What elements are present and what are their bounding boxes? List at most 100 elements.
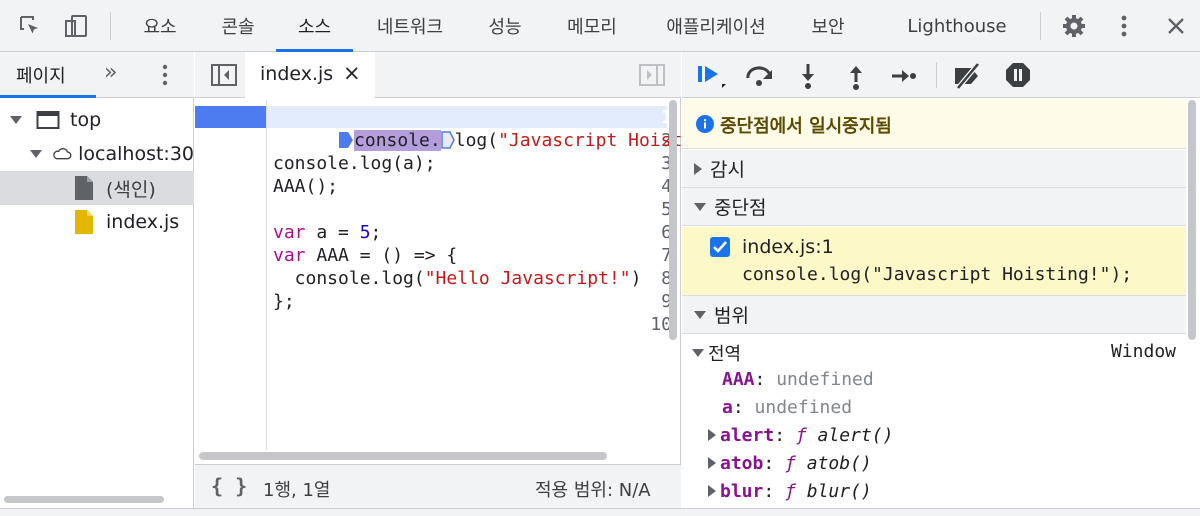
- close-tab-icon[interactable]: ×: [343, 61, 361, 85]
- code-token: ): [630, 268, 642, 289]
- deactivate-breakpoints-icon[interactable]: [952, 62, 984, 94]
- pause-on-exceptions-icon[interactable]: [1004, 61, 1032, 93]
- tab-security[interactable]: 보안: [800, 0, 856, 52]
- devtools-tabbar: 요소 콘솔 소스 네트워크 성능 메모리 애플리케이션 보안 Lighthous…: [0, 0, 1200, 52]
- line-number[interactable]: 9: [612, 290, 672, 313]
- breakpoints-section-header[interactable]: 중단점: [682, 188, 1186, 226]
- expand-arrow-icon: [708, 485, 716, 497]
- scope-section-header[interactable]: 범위: [682, 296, 1186, 334]
- collapse-arrow-icon: [694, 162, 702, 175]
- scope-function[interactable]: atob: ƒ atob(): [706, 450, 872, 478]
- step-over-icon[interactable]: [744, 64, 776, 92]
- breakpoint-code: console.log("Javascript Hoisting!");: [742, 264, 1133, 285]
- scope-type: Window: [1110, 341, 1176, 362]
- breakpoint-location[interactable]: index.js:1: [742, 236, 834, 258]
- step-out-icon[interactable]: [846, 62, 866, 94]
- var-name: blur: [720, 481, 764, 502]
- vertical-scrollbar[interactable]: [1188, 100, 1196, 340]
- active-tab-indicator: [0, 95, 96, 98]
- vertical-scrollbar[interactable]: [669, 100, 677, 340]
- breakpoint-checkbox[interactable]: [710, 237, 730, 257]
- horizontal-scrollbar[interactable]: [199, 452, 607, 460]
- tab-console[interactable]: 콘솔: [208, 0, 268, 52]
- file-tab-index-js[interactable]: index.js ×: [245, 52, 375, 98]
- line-number[interactable]: 7: [612, 244, 672, 267]
- code-token: console.: [354, 130, 441, 151]
- close-devtools-icon[interactable]: [1160, 10, 1192, 42]
- debugger-toolbar: [682, 52, 1200, 98]
- line-number[interactable]: 6: [612, 221, 672, 244]
- var-value: alert(): [806, 425, 894, 446]
- line-gutter: [195, 100, 267, 450]
- code-token: log(: [454, 130, 499, 151]
- code-token: "Hello Javascript!": [424, 268, 631, 289]
- navigator-menu-icon[interactable]: [162, 64, 168, 90]
- document-file-icon: [75, 176, 93, 200]
- scope-function[interactable]: blur: ƒ blur(): [706, 478, 872, 506]
- more-options-icon[interactable]: [1108, 10, 1140, 42]
- code-line-8: console.log("Hello Javascript!"): [273, 267, 642, 290]
- step-into-icon[interactable]: [798, 62, 818, 94]
- cloud-icon: [53, 148, 72, 160]
- function-icon: ƒ: [795, 425, 807, 446]
- section-title: 감시: [710, 159, 745, 181]
- horizontal-scrollbar[interactable]: [4, 496, 164, 503]
- paused-message: 중단점에서 일시중지됨: [720, 116, 892, 137]
- tree-item-index-js[interactable]: index.js: [0, 205, 194, 239]
- function-icon: ƒ: [785, 481, 796, 502]
- var-name: atob: [720, 453, 764, 474]
- code-token: var: [273, 222, 306, 243]
- tab-sources[interactable]: 소스: [276, 0, 353, 52]
- var-sep: :: [732, 397, 755, 418]
- pretty-print-icon[interactable]: { }: [211, 474, 247, 498]
- section-title: 범위: [714, 305, 749, 327]
- inline-breakpoint-icon[interactable]: [440, 131, 455, 149]
- expand-arrow-icon: [694, 202, 706, 211]
- line-number[interactable]: 4: [612, 175, 672, 198]
- code-token: AAA = () => {: [305, 245, 458, 266]
- info-icon: [696, 115, 714, 133]
- paused-banner: 중단점에서 일시중지됨: [682, 99, 1186, 149]
- tab-performance[interactable]: 성능: [474, 0, 536, 52]
- device-toolbar-icon[interactable]: [60, 10, 92, 42]
- tab-memory[interactable]: 메모리: [552, 0, 632, 52]
- code-token: 5: [359, 222, 371, 243]
- expand-arrow-icon: [708, 429, 716, 441]
- settings-gear-icon[interactable]: [1058, 10, 1090, 42]
- step-icon[interactable]: [890, 66, 916, 90]
- tab-network[interactable]: 네트워크: [362, 0, 458, 52]
- watch-section-header[interactable]: 감시: [682, 150, 1186, 188]
- var-sep: :: [763, 481, 786, 502]
- expand-arrow-icon: [708, 457, 716, 469]
- resume-icon[interactable]: [696, 62, 728, 94]
- code-token: ;: [370, 222, 382, 243]
- tab-lighthouse[interactable]: Lighthouse: [898, 0, 1016, 52]
- global-scope-row[interactable]: 전역 Window: [682, 338, 1186, 366]
- inline-breakpoint-icon[interactable]: [338, 131, 354, 149]
- line-number[interactable]: 3: [612, 152, 672, 175]
- scope-variable[interactable]: AAA: undefined: [722, 366, 874, 394]
- tree-item-top[interactable]: top: [0, 103, 194, 137]
- code-line-3: console.log(a);: [273, 153, 436, 174]
- line-number[interactable]: 5: [612, 198, 672, 221]
- tab-application[interactable]: 애플리케이션: [648, 0, 784, 52]
- tab-page[interactable]: 페이지: [16, 62, 66, 88]
- code-line-1: console. log("Javascript Hoistin: [273, 106, 704, 151]
- breakpoint-item: index.js:1 console.log("Javascript Hoist…: [682, 227, 1186, 296]
- script-file-icon: [75, 210, 93, 234]
- tab-elements[interactable]: 요소: [130, 0, 190, 52]
- more-tabs-button[interactable]: »: [104, 60, 117, 85]
- tree-item-localhost[interactable]: localhost:30: [0, 137, 194, 171]
- scope-label: 전역: [708, 344, 742, 365]
- line-number[interactable]: 10: [612, 313, 672, 336]
- source-editor: index.js × 1 2 3 4 5 6 7 8 9 10 console.…: [195, 52, 704, 508]
- var-value: undefined: [776, 369, 874, 390]
- tree-item-index-html[interactable]: (색인): [0, 171, 194, 205]
- scope-function[interactable]: alert: ƒ alert(): [706, 422, 893, 450]
- var-value: atob(): [795, 453, 872, 474]
- code-line-6: var a = 5;: [273, 221, 381, 244]
- toggle-debugger-icon[interactable]: [639, 64, 665, 90]
- toggle-navigator-icon[interactable]: [211, 64, 237, 90]
- scope-variable[interactable]: a: undefined: [722, 394, 852, 422]
- inspect-element-icon[interactable]: [14, 10, 46, 42]
